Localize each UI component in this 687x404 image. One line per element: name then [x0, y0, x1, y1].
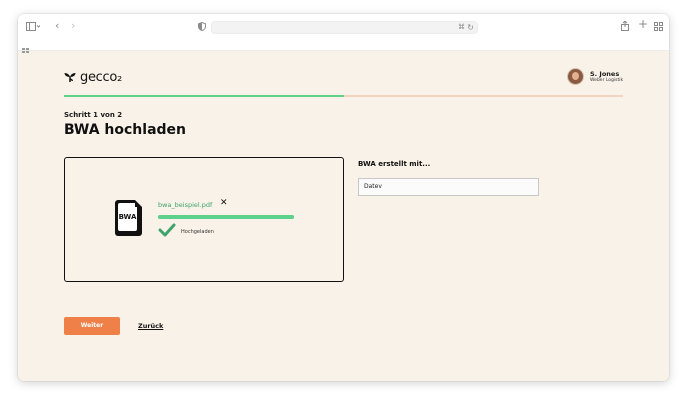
bookmarks-grid-icon[interactable]: [22, 38, 29, 57]
tab-overview-icon[interactable]: [654, 22, 663, 34]
browser-toolbar: ‹ › ⌘ ↻ +: [18, 14, 669, 53]
back-link[interactable]: Zurück: [138, 322, 163, 330]
back-arrow-icon[interactable]: ‹: [55, 20, 59, 31]
privacy-shield-icon[interactable]: [198, 21, 206, 34]
document-icon-label: BWA: [118, 203, 137, 231]
uploaded-file-name: bwa_beispiel.pdf: [158, 201, 213, 209]
file-upload-progress: [158, 215, 294, 219]
sidebar-toggle-icon[interactable]: [26, 22, 41, 34]
bwa-software-select[interactable]: Datev: [358, 178, 539, 196]
remove-file-icon[interactable]: ✕: [220, 198, 228, 208]
user-profile[interactable]: S. Jones Weber Logistik: [567, 68, 623, 85]
next-button[interactable]: Weiter: [64, 317, 120, 335]
forward-arrow-icon[interactable]: ›: [71, 20, 75, 31]
page-title: BWA hochladen: [64, 122, 187, 138]
leaf-logo-icon: [64, 73, 76, 82]
bwa-software-label: BWA erstellt mit...: [358, 160, 431, 168]
reload-icon[interactable]: ↻: [467, 23, 474, 32]
checkmark-icon: [158, 222, 176, 241]
user-company: Weber Logistik: [590, 77, 624, 83]
avatar: [567, 68, 584, 85]
upload-dropzone[interactable]: BWA bwa_beispiel.pdf ✕ Hochgeladen: [64, 157, 344, 282]
address-bar[interactable]: ⌘ ↻: [211, 21, 478, 34]
logo-text: gecco₂: [80, 70, 122, 85]
step-progress-fill: [64, 95, 344, 97]
step-progress-bar: [64, 95, 623, 97]
translate-icon[interactable]: ⌘: [458, 23, 465, 32]
user-name: S. Jones: [590, 69, 620, 78]
new-tab-icon[interactable]: +: [638, 18, 648, 30]
share-icon[interactable]: [621, 20, 629, 34]
gecco-logo[interactable]: gecco₂: [64, 70, 122, 85]
upload-status: Hochgeladen: [181, 229, 214, 235]
document-icon: BWA: [115, 200, 142, 236]
browser-window: ‹ › ⌘ ↻ + gecco₂ S. Jones Weber Logistik…: [18, 14, 669, 381]
step-indicator: Schritt 1 von 2: [64, 111, 123, 119]
